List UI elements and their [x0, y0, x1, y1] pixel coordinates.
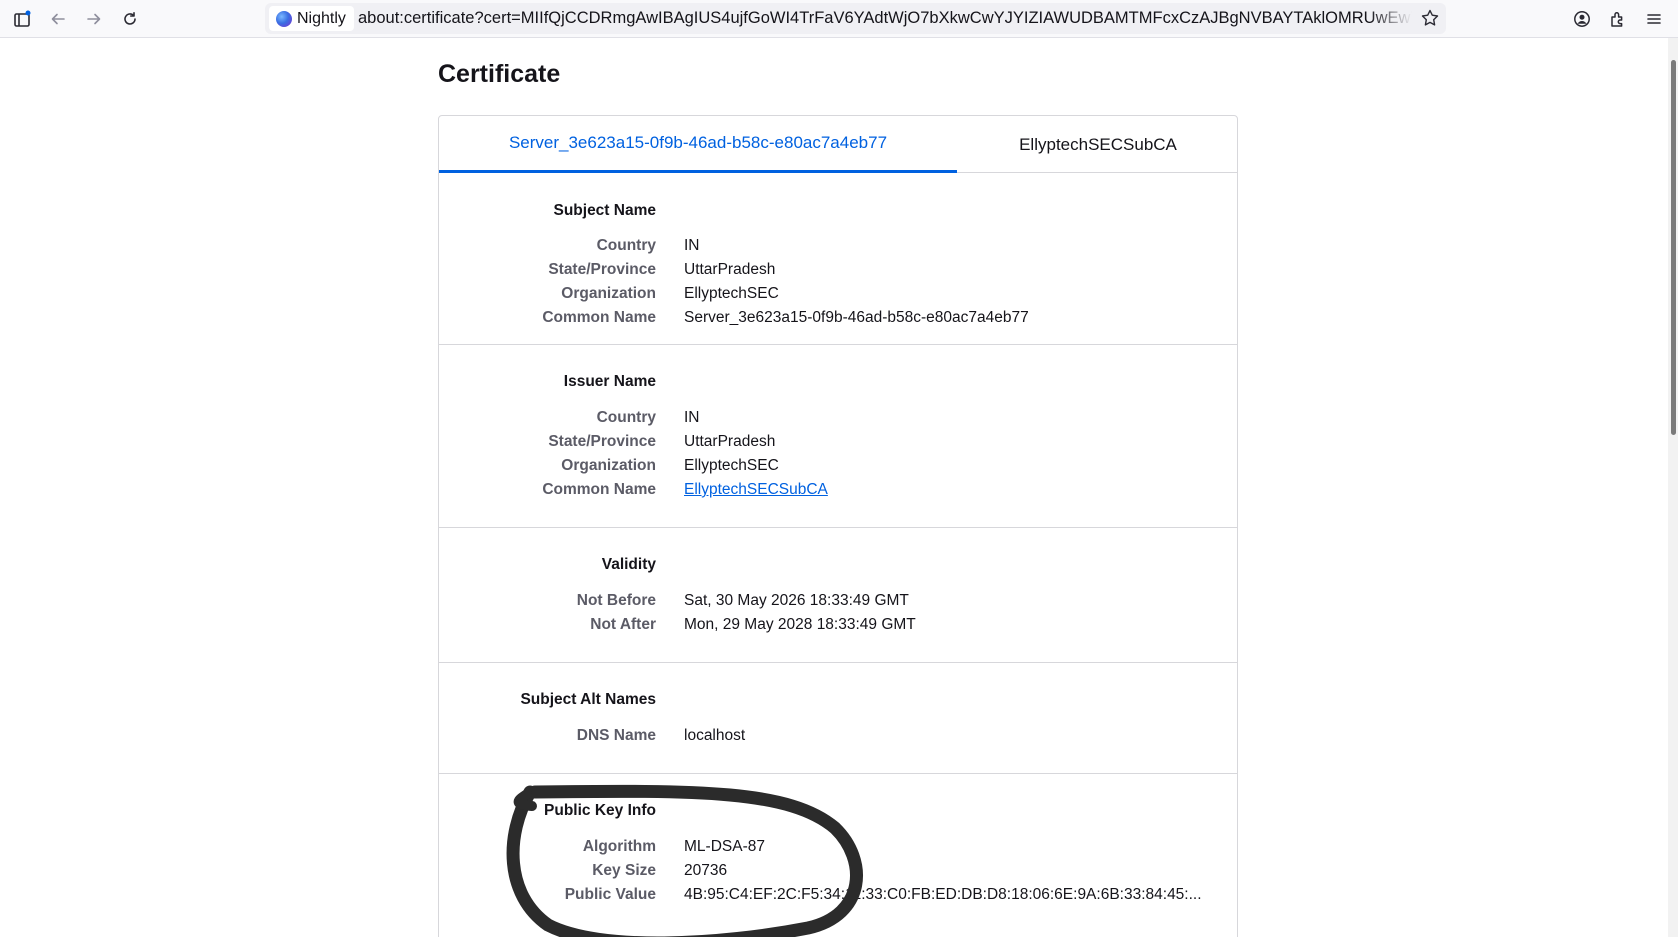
row-value: 20736 [684, 862, 728, 879]
row-label: Algorithm [582, 838, 656, 855]
row-value: Sat, 30 May 2026 18:33:49 GMT [684, 592, 909, 609]
row-value: IN [684, 237, 700, 254]
row-value: Server_3e623a15-0f9b-46ad-b58c-e80ac7a4e… [684, 309, 1029, 326]
account-icon[interactable] [1568, 5, 1596, 33]
row-label: Country [596, 409, 656, 426]
row-value: UttarPradesh [684, 433, 776, 450]
row-label: Not After [590, 616, 656, 633]
row-value: 4B:95:C4:EF:2C:F5:34:11:33:C0:FB:ED:DB:D… [684, 886, 1202, 903]
extensions-icon[interactable] [1604, 5, 1632, 33]
browser-toolbar: Nightly about:certificate?cert=MIIfQjCCD… [0, 0, 1678, 38]
row-label: Key Size [592, 862, 656, 879]
row-label: Country [596, 237, 656, 254]
row-value: ML-DSA-87 [684, 838, 765, 855]
row-value: localhost [684, 727, 746, 744]
menu-icon[interactable] [1640, 5, 1668, 33]
url-bar[interactable]: Nightly about:certificate?cert=MIIfQjCCD… [265, 3, 1446, 34]
row-label: State/Province [548, 261, 656, 278]
row-label: Organization [561, 457, 656, 474]
row-label: Common Name [542, 481, 656, 498]
row-label: Not Before [576, 592, 656, 609]
identity-label: Nightly [297, 9, 346, 27]
page-title: Certificate [438, 60, 561, 88]
issuer-name-section: Issuer Name Country IN State/Province Ut… [439, 345, 1237, 528]
section-title: Issuer Name [563, 373, 656, 390]
url-text[interactable]: about:certificate?cert=MIIfQjCCDRmgAwIBA… [358, 3, 1412, 34]
sidebar-icon[interactable] [8, 5, 36, 33]
row-label: DNS Name [576, 727, 656, 744]
reload-icon[interactable] [116, 5, 144, 33]
section-title: Validity [601, 556, 656, 573]
row-label: Common Name [542, 309, 656, 326]
subject-name-section: Subject Name Country IN State/Province U… [439, 173, 1237, 345]
section-title: Public Key Info [544, 802, 656, 819]
subject-alt-names-section: Subject Alt Names DNS Name localhost [439, 663, 1237, 774]
certificate-tabs: Server_3e623a15-0f9b-46ad-b58c-e80ac7a4e… [439, 116, 1237, 173]
back-icon[interactable] [44, 5, 72, 33]
star-icon[interactable] [1420, 8, 1440, 32]
row-label: Public Value [564, 886, 656, 903]
certificate-card: Server_3e623a15-0f9b-46ad-b58c-e80ac7a4e… [438, 115, 1238, 937]
row-label: Organization [561, 285, 656, 302]
row-value: EllyptechSEC [684, 457, 779, 474]
row-label: State/Province [548, 433, 656, 450]
row-value: IN [684, 409, 700, 426]
row-value: EllyptechSEC [684, 285, 779, 302]
section-title: Subject Name [553, 202, 656, 219]
row-value: Mon, 29 May 2028 18:33:49 GMT [684, 616, 916, 633]
issuer-common-name-link[interactable]: EllyptechSECSubCA [684, 481, 828, 499]
tab-server-certificate[interactable]: Server_3e623a15-0f9b-46ad-b58c-e80ac7a4e… [439, 116, 957, 173]
scrollbar[interactable] [1668, 38, 1678, 937]
section-title: Subject Alt Names [520, 691, 656, 708]
scrollbar-thumb[interactable] [1671, 60, 1676, 435]
validity-section: Validity Not Before Sat, 30 May 2026 18:… [439, 528, 1237, 663]
forward-icon[interactable] [80, 5, 108, 33]
tab-subca-certificate[interactable]: EllyptechSECSubCA [957, 116, 1237, 173]
globe-icon [276, 10, 292, 27]
row-value: UttarPradesh [684, 261, 776, 278]
public-key-info-section: Public Key Info Algorithm ML-DSA-87 Key … [439, 774, 1237, 937]
identity-box[interactable]: Nightly [269, 6, 354, 31]
